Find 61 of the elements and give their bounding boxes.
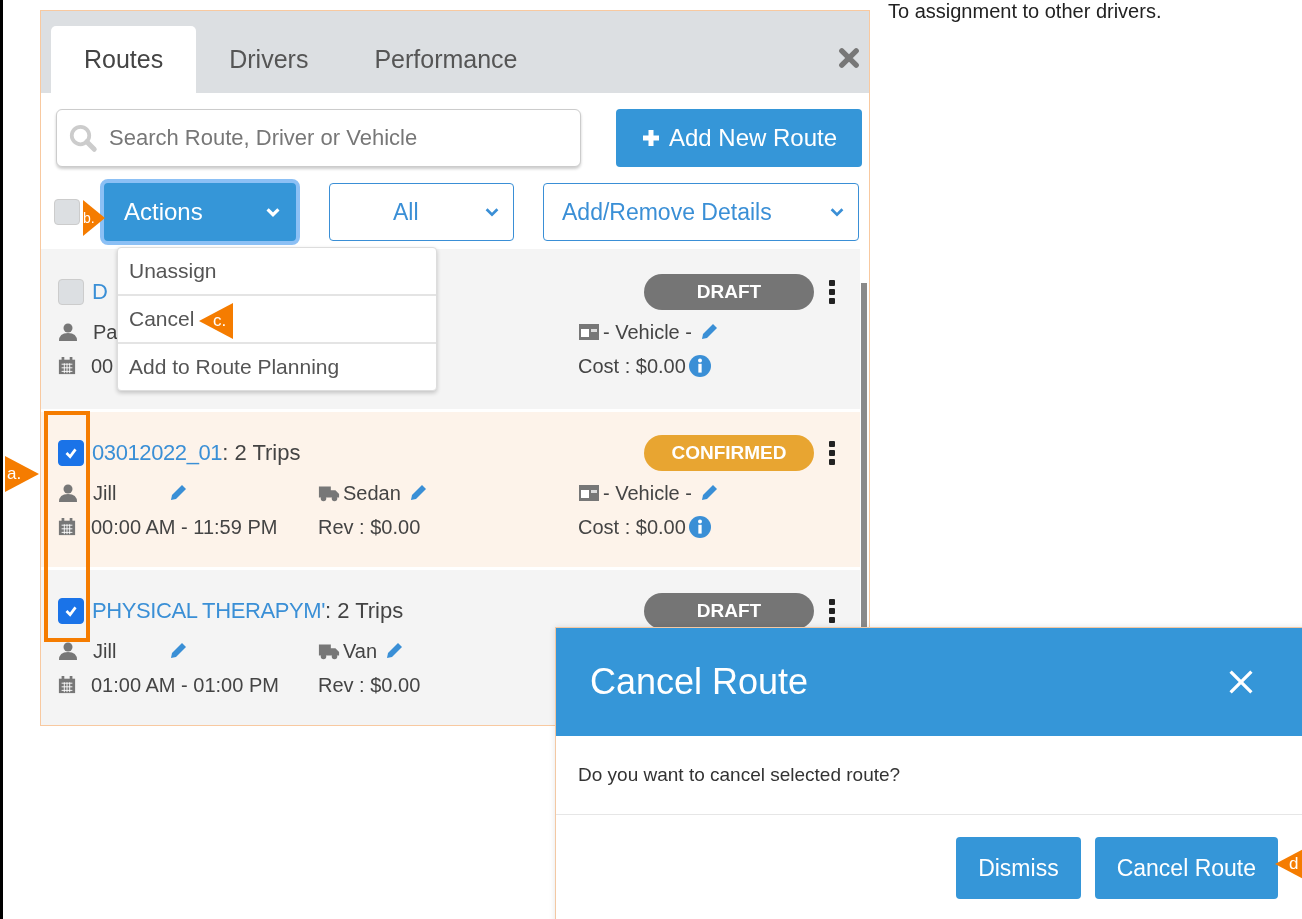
- pencil-icon[interactable]: [168, 641, 188, 661]
- close-icon[interactable]: [837, 46, 861, 70]
- cost: Cost : $0.00: [578, 515, 686, 539]
- tab[interactable]: Performance: [341, 26, 551, 93]
- menu-item[interactable]: Unassign: [118, 248, 436, 294]
- more-icon[interactable]: [828, 599, 836, 623]
- person-icon: [58, 322, 78, 342]
- calendar-icon: [58, 676, 76, 694]
- tab[interactable]: Routes: [51, 26, 197, 93]
- person-icon: [58, 641, 78, 661]
- time-range: 00: [91, 354, 114, 378]
- trip-count: : 2 Trips: [324, 598, 404, 624]
- checkbox[interactable]: [58, 440, 84, 466]
- route-name-link[interactable]: 03012022_01: [92, 440, 223, 466]
- info-icon[interactable]: [688, 516, 711, 538]
- status-badge: DRAFT: [644, 593, 814, 629]
- more-icon[interactable]: [828, 280, 836, 304]
- checkbox[interactable]: [54, 199, 80, 225]
- dialog-button[interactable]: Cancel Route: [1094, 837, 1278, 899]
- status-badge: CONFIRMED: [644, 435, 814, 471]
- calendar-icon: [58, 518, 76, 536]
- annotation-marker: a.: [5, 456, 39, 492]
- trip-count: : 2 Trips: [222, 440, 301, 466]
- actions-dropdown[interactable]: Actions: [100, 179, 300, 245]
- filter-dropdown[interactable]: Add/Remove Details: [543, 183, 859, 241]
- search-field[interactable]: Search Route, Driver or Vehicle: [56, 109, 581, 167]
- pencil-icon[interactable]: [168, 483, 188, 503]
- status-badge: DRAFT: [644, 274, 814, 310]
- dialog-title: Cancel Route: [590, 661, 809, 703]
- time-range: 01:00 AM - 01:00 PM: [91, 673, 279, 697]
- vehicle-card-icon: [578, 484, 600, 502]
- time-range: 00:00 AM - 11:59 PM: [91, 515, 278, 539]
- driver-name: Jill: [93, 639, 118, 663]
- close-icon[interactable]: [1228, 669, 1254, 695]
- revenue: Rev : $0.00: [318, 515, 421, 539]
- dialog-message: Do you want to cancel selected route?: [556, 736, 1302, 815]
- vehicle-type: Van: [343, 639, 378, 663]
- vehicle-label: - Vehicle -: [603, 481, 692, 505]
- route-name-link[interactable]: PHYSICAL THERAPYM': [92, 598, 325, 624]
- plus-icon: [640, 128, 661, 148]
- caption-text: To assignment to other drivers.: [888, 0, 1162, 23]
- more-icon[interactable]: [828, 441, 836, 465]
- driver-name: Pa: [93, 320, 119, 344]
- route-name-link[interactable]: D: [92, 279, 108, 305]
- checkbox[interactable]: [58, 279, 84, 305]
- revenue: Rev : $0.00: [318, 673, 421, 697]
- dialog-button[interactable]: Dismiss: [956, 837, 1081, 899]
- vehicle-type: Sedan: [343, 481, 401, 505]
- checkbox[interactable]: [58, 598, 84, 624]
- vehicle-card-icon: [578, 323, 600, 341]
- person-icon: [58, 483, 78, 503]
- cost: Cost : $0.00: [578, 354, 686, 378]
- info-icon[interactable]: [688, 355, 711, 377]
- driver-name: Jill: [93, 481, 118, 505]
- vehicle-label: - Vehicle -: [603, 320, 692, 344]
- filter-dropdown[interactable]: All: [329, 183, 514, 241]
- search-icon: [68, 123, 98, 153]
- add-route-button[interactable]: Add New Route: [616, 109, 862, 167]
- calendar-icon: [58, 357, 76, 375]
- pencil-icon[interactable]: [384, 641, 405, 661]
- tab[interactable]: Drivers: [196, 26, 342, 93]
